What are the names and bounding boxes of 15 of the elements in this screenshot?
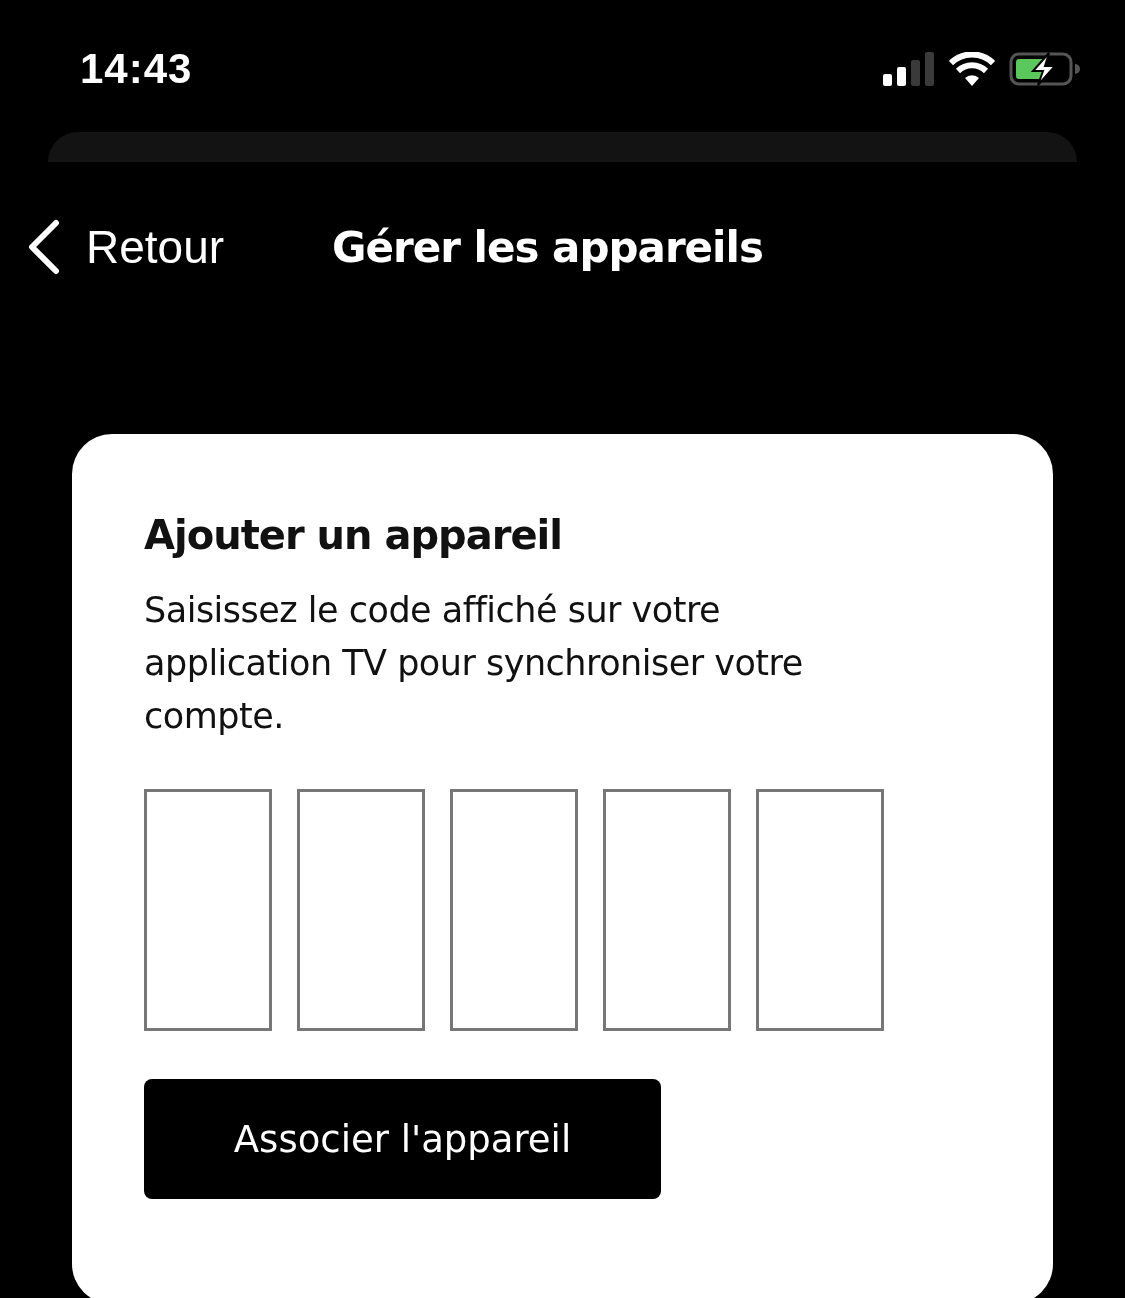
status-time: 14:43 <box>80 45 193 93</box>
chevron-left-icon <box>26 219 60 275</box>
card-title: Ajouter un appareil <box>144 512 563 558</box>
wifi-icon <box>949 52 995 86</box>
code-digit-field[interactable] <box>756 789 884 1031</box>
code-digit-field[interactable] <box>603 789 731 1031</box>
back-button[interactable]: Retour <box>26 219 225 275</box>
code-digit-field[interactable] <box>450 789 578 1031</box>
page-title: Gérer les appareils <box>332 222 763 272</box>
code-digit-field[interactable] <box>144 789 272 1031</box>
code-digit-field[interactable] <box>297 789 425 1031</box>
battery-charging-icon <box>1009 52 1081 86</box>
pair-device-button[interactable]: Associer l'appareil <box>144 1079 661 1199</box>
card-description: Saisissez le code affiché sur votre application TV pour synchroniser votre compte. <box>144 589 804 738</box>
signal-icon <box>883 52 935 86</box>
